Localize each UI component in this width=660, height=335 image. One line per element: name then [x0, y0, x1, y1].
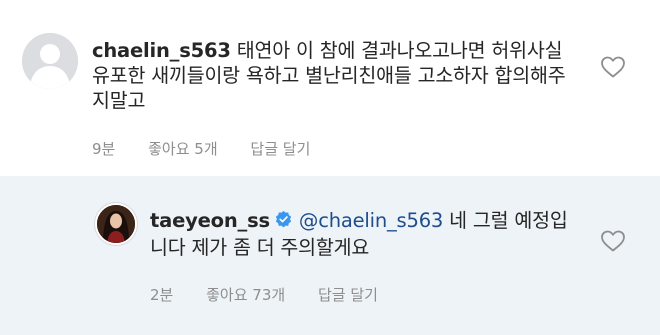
- comment-body: taeyeon_ss @chaelin_s563 네 그럴 예정입니다 제가 좀 …: [150, 208, 570, 260]
- reply-button[interactable]: 답글 달기: [250, 140, 310, 158]
- reply-button[interactable]: 답글 달기: [318, 286, 378, 304]
- comment-username[interactable]: chaelin_s563: [92, 39, 231, 62]
- avatar[interactable]: [95, 203, 137, 245]
- comment-body: chaelin_s563 태연아 이 참에 결과나오고나면 허위사실유포한 새끼…: [92, 38, 572, 113]
- likes-count-button[interactable]: 좋아요 5개: [148, 140, 218, 158]
- comment-time: 9분: [92, 140, 116, 158]
- comment: chaelin_s563 태연아 이 참에 결과나오고나면 허위사실유포한 새끼…: [0, 0, 660, 176]
- default-avatar-icon: [22, 33, 78, 89]
- profile-photo-icon: [97, 205, 135, 243]
- comment-meta: 2분 좋아요 73개 답글 달기: [150, 284, 406, 305]
- comment-text: taeyeon_ss @chaelin_s563 네 그럴 예정입니다 제가 좀 …: [150, 208, 570, 260]
- avatar[interactable]: [22, 33, 78, 89]
- comment-text: chaelin_s563 태연아 이 참에 결과나오고나면 허위사실유포한 새끼…: [92, 38, 572, 113]
- heart-icon[interactable]: [600, 55, 626, 79]
- comment-meta: 9분 좋아요 5개 답글 달기: [92, 138, 338, 159]
- mention-link[interactable]: @chaelin_s563: [299, 209, 443, 232]
- comment-time: 2분: [150, 286, 174, 304]
- heart-icon[interactable]: [600, 229, 626, 253]
- verified-badge-icon: [274, 210, 293, 235]
- comment-username[interactable]: taeyeon_ss: [150, 209, 270, 232]
- likes-count-button[interactable]: 좋아요 73개: [206, 286, 285, 304]
